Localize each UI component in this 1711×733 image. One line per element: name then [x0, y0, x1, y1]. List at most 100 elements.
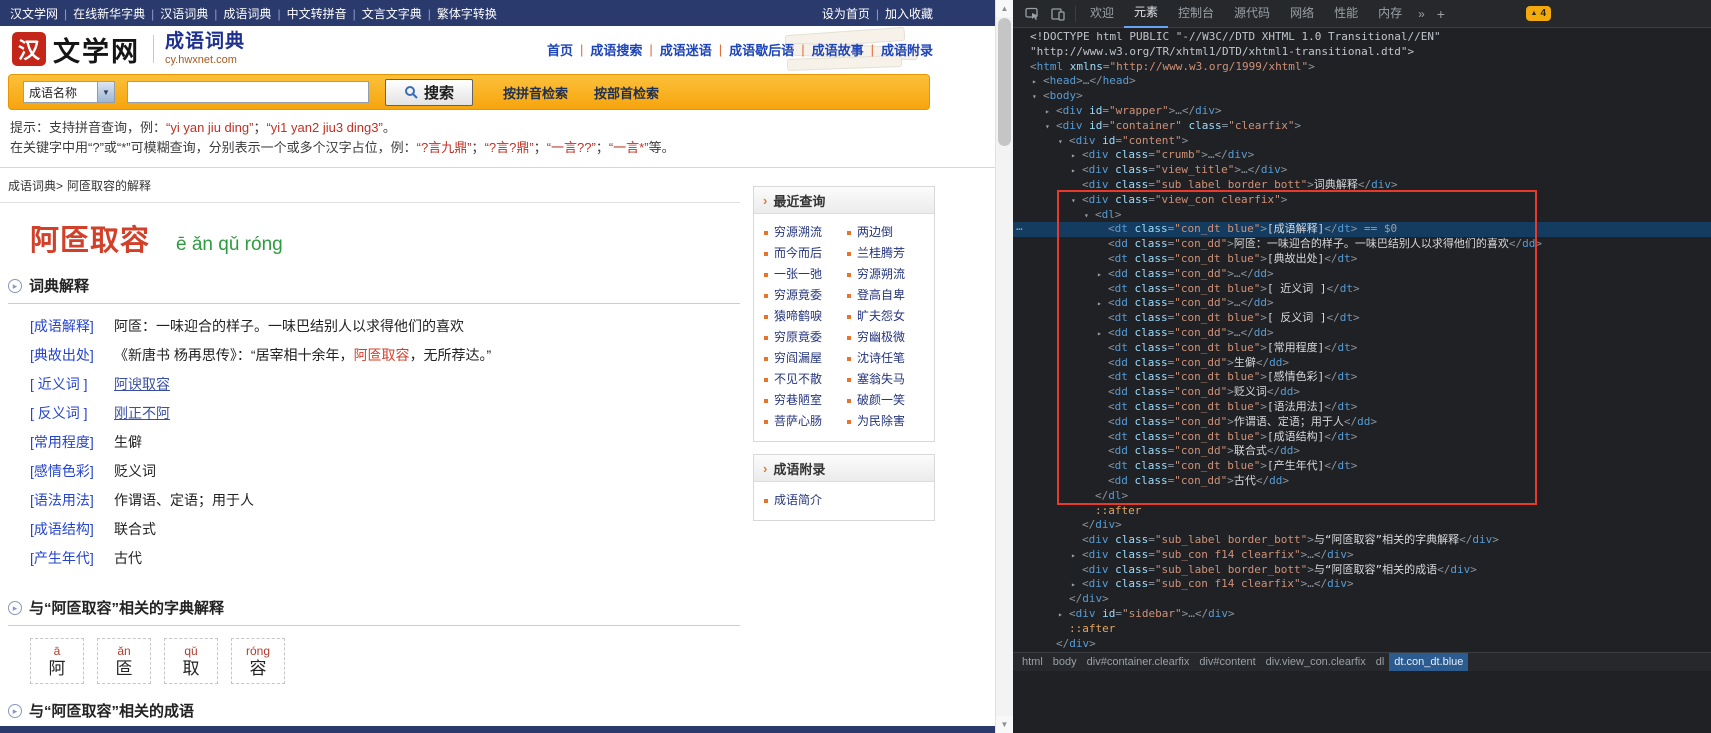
devtools-tree-line[interactable]: </dl>	[1013, 489, 1711, 504]
devtools-tree-line[interactable]: </div>	[1013, 518, 1711, 533]
tree-toggle-arrow[interactable]: ▾	[1058, 135, 1069, 150]
line-options-ellipsis[interactable]: …	[1016, 220, 1024, 233]
devtools-tree-line[interactable]: ▾ <div id="content">	[1013, 134, 1711, 149]
devtools-breadcrumb-item[interactable]: div#content	[1194, 653, 1260, 671]
tree-toggle-arrow[interactable]: ▾	[1032, 90, 1043, 105]
devtools-tree-line[interactable]: <dt class="con_dt blue">[语法用法]</dt>	[1013, 400, 1711, 415]
topbar-link[interactable]: 汉文学网	[10, 7, 58, 21]
sidebar-list-item[interactable]: 穷源竟委	[764, 285, 847, 306]
devtools-tree-line[interactable]: ▾ <body>	[1013, 89, 1711, 104]
devtools-tree-line[interactable]: ▸ <head>…</head>	[1013, 74, 1711, 89]
scroll-up-icon[interactable]: ▲	[996, 0, 1013, 17]
devtools-tab-性能[interactable]: 性能	[1324, 0, 1368, 28]
tree-toggle-arrow[interactable]: ▸	[1071, 149, 1082, 164]
header-nav-link[interactable]: 成语迷语	[660, 40, 712, 59]
devtools-breadcrumb-item[interactable]: body	[1048, 653, 1082, 671]
tree-toggle-arrow[interactable]: ▸	[1071, 549, 1082, 564]
devtools-tree-line[interactable]: <dd class="con_dd">生僻</dd>	[1013, 356, 1711, 371]
scroll-down-icon[interactable]: ▼	[996, 716, 1013, 733]
devtools-tree-line[interactable]: <div class="sub_label border_bott">词典解释<…	[1013, 178, 1711, 193]
tree-toggle-arrow[interactable]: ▸	[1045, 105, 1056, 120]
devtools-tree-line[interactable]: <dt class="con_dt blue">[成语解释]</dt> == $…	[1013, 222, 1711, 238]
devtools-tree-line[interactable]: ▾ <div id="container" class="clearfix">	[1013, 119, 1711, 134]
devtools-tab-源代码[interactable]: 源代码	[1224, 0, 1280, 28]
devtools-tree-line[interactable]: "http://www.w3.org/TR/xhtml1/DTD/xhtml1-…	[1013, 45, 1711, 60]
header-nav-link[interactable]: 成语歇后语	[729, 40, 794, 59]
header-nav-link[interactable]: 成语故事	[812, 40, 864, 59]
character-box[interactable]: róng 容	[231, 638, 285, 684]
sidebar-list-item[interactable]: 破颜一笑	[847, 390, 930, 411]
devtools-tree-line[interactable]: ▸ <div class="sub_con f14 clearfix">…</di…	[1013, 577, 1711, 592]
header-nav-link[interactable]: 首页	[547, 40, 573, 59]
devtools-tree-line[interactable]: ▾ <div class="view_con clearfix">	[1013, 193, 1711, 208]
devtools-tab-欢迎[interactable]: 欢迎	[1080, 0, 1124, 28]
devtools-tree-line[interactable]: ▸ <div class="sub_con f14 clearfix">…</di…	[1013, 548, 1711, 563]
search-type-select[interactable]: 成语名称 ▼	[23, 81, 115, 103]
sidebar-list-item[interactable]: 而今而后	[764, 243, 847, 264]
tree-toggle-arrow[interactable]: ▸	[1058, 608, 1069, 623]
devtools-tree-line[interactable]: <dd class="con_dd">作谓语、定语；用于人</dd>	[1013, 415, 1711, 430]
site-name[interactable]: 文学网	[53, 30, 140, 69]
tree-toggle-arrow[interactable]: ▸	[1032, 75, 1043, 90]
more-tabs-icon[interactable]: »	[1412, 7, 1431, 21]
character-box[interactable]: qǔ 取	[164, 638, 218, 684]
tree-toggle-arrow[interactable]: ▸	[1097, 327, 1108, 342]
devtools-tree-line[interactable]: <div class="sub_label border_bott">与“阿匼取…	[1013, 563, 1711, 578]
devtools-tree-line[interactable]: <dt class="con_dt blue">[ 近义词 ]</dt>	[1013, 282, 1711, 297]
devtools-tree-line[interactable]: ▸ <dd class="con_dd">…</dd>	[1013, 267, 1711, 282]
topbar-link[interactable]: 成语词典	[223, 7, 271, 21]
devtools-tree-line[interactable]: ▸ <dd class="con_dd">…</dd>	[1013, 296, 1711, 311]
sidebar-list-item[interactable]: 穷源朔流	[847, 264, 930, 285]
devtools-tree-line[interactable]: <dd class="con_dd">贬义词</dd>	[1013, 385, 1711, 400]
devtools-tree-line[interactable]: ▸ <div id="wrapper">…</div>	[1013, 104, 1711, 119]
sidebar-list-item[interactable]: 登高自卑	[847, 285, 930, 306]
devtools-tree-line[interactable]: ▸ <dd class="con_dd">…</dd>	[1013, 326, 1711, 341]
definition-link[interactable]: 刚正不阿	[114, 405, 170, 421]
topbar-link[interactable]: 在线新华字典	[73, 7, 145, 21]
sidebar-list-item[interactable]: 兰桂腾芳	[847, 243, 930, 264]
devtools-tab-内存[interactable]: 内存	[1368, 0, 1412, 28]
devtools-tree-line[interactable]: ::after	[1013, 504, 1711, 519]
devtools-tree-line[interactable]: ▸ <div id="sidebar">…</div>	[1013, 607, 1711, 622]
sidebar-list-item[interactable]: 穷源溯流	[764, 222, 847, 243]
devtools-breadcrumb-item[interactable]: html	[1017, 653, 1048, 671]
sidebar-list-item[interactable]: 穷原竟委	[764, 327, 847, 348]
devtools-tree-line[interactable]: <div class="sub_label border_bott">与“阿匼取…	[1013, 533, 1711, 548]
devtools-tree-line[interactable]: <dd class="con_dd">阿匼：一味迎合的样子。一味巴结别人以求得他…	[1013, 237, 1711, 252]
search-button[interactable]: 搜索	[385, 78, 473, 106]
devtools-tree-line[interactable]: <dd class="con_dd">联合式</dd>	[1013, 444, 1711, 459]
character-box[interactable]: ǎn 匼	[97, 638, 151, 684]
devtools-breadcrumb-item[interactable]: dt.con_dt.blue	[1389, 653, 1469, 671]
sidebar-list-item[interactable]: 穷巷陋室	[764, 390, 847, 411]
breadcrumb-section[interactable]: 成语词典>	[8, 179, 63, 193]
topbar-link[interactable]: 文言文字典	[362, 7, 422, 21]
devtools-breadcrumb-item[interactable]: div.view_con.clearfix	[1261, 653, 1371, 671]
tree-toggle-arrow[interactable]: ▸	[1097, 297, 1108, 312]
sidebar-list-item[interactable]: 穷幽极微	[847, 327, 930, 348]
devtools-tree-line[interactable]: <dt class="con_dt blue">[成语结构]</dt>	[1013, 430, 1711, 445]
header-nav-link[interactable]: 成语附录	[881, 40, 933, 59]
devtools-tab-元素[interactable]: 元素	[1124, 0, 1169, 28]
devtools-tree-line[interactable]: ▾ <dl>	[1013, 208, 1711, 223]
tree-toggle-arrow[interactable]: ▸	[1071, 164, 1082, 179]
tree-toggle-arrow[interactable]: ▾	[1045, 120, 1056, 135]
tree-toggle-arrow[interactable]: ▸	[1071, 578, 1082, 593]
page-scrollbar[interactable]: ▲ ▼	[995, 0, 1013, 733]
sidebar-list-item[interactable]: 穷阎漏屋	[764, 348, 847, 369]
devtools-tree-line[interactable]: </div>	[1013, 592, 1711, 607]
sidebar-list-item[interactable]: 不见不散	[764, 369, 847, 390]
devtools-tree-line[interactable]: ▸ <div class="crumb">…</div>	[1013, 148, 1711, 163]
devtools-tree-line[interactable]: ::after	[1013, 622, 1711, 637]
radical-index-link[interactable]: 按部首检索	[594, 83, 659, 102]
devtools-tree-line[interactable]: <dt class="con_dt blue">[常用程度]</dt>	[1013, 341, 1711, 356]
topbar-link[interactable]: 繁体字转换	[437, 7, 497, 21]
devtools-breadcrumb-item[interactable]: dl	[1371, 653, 1390, 671]
devtools-tree-line[interactable]: <dd class="con_dd">古代</dd>	[1013, 474, 1711, 489]
topbar-link[interactable]: 设为首页	[822, 7, 870, 21]
tree-toggle-arrow[interactable]: ▸	[1097, 268, 1108, 283]
sidebar-list-item[interactable]: 塞翁失马	[847, 369, 930, 390]
sidebar-list-item[interactable]: 沈诗任笔	[847, 348, 930, 369]
topbar-link[interactable]: 汉语词典	[160, 7, 208, 21]
devtools-tree-line[interactable]: <html xmlns="http://www.w3.org/1999/xhtm…	[1013, 60, 1711, 75]
new-tab-icon[interactable]: +	[1431, 6, 1451, 22]
